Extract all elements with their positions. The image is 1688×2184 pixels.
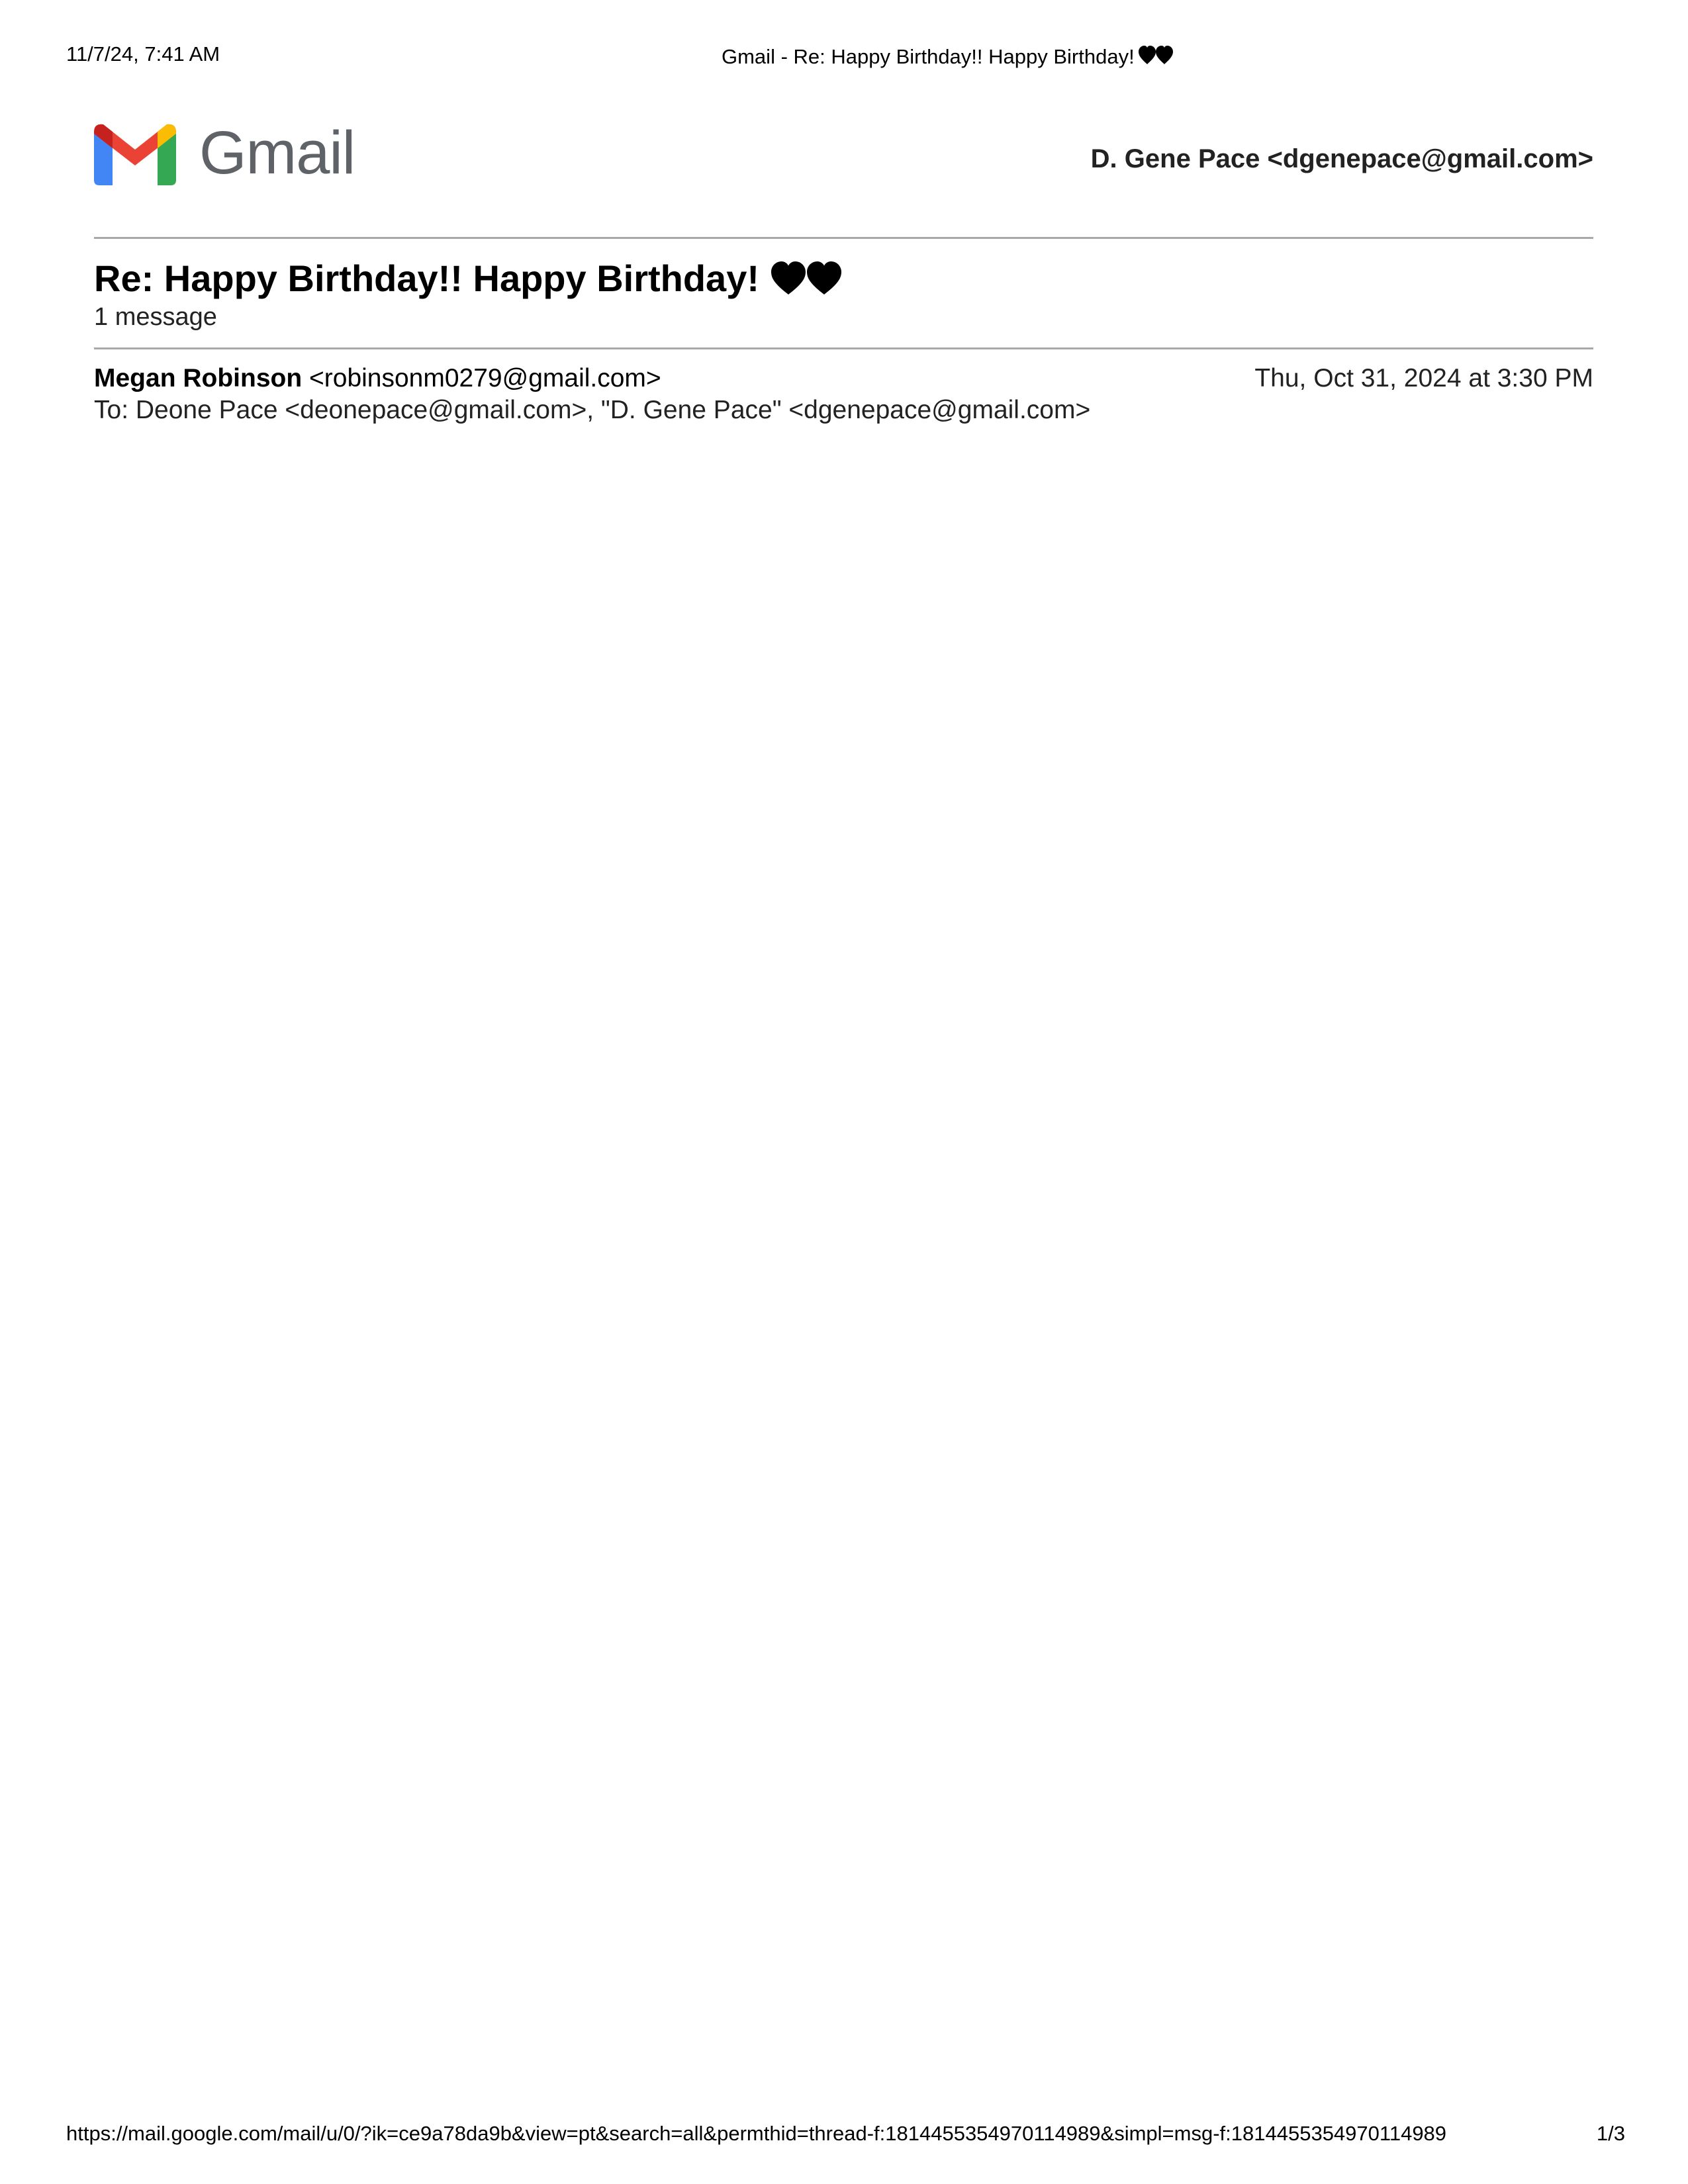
gmail-m-icon bbox=[94, 123, 176, 185]
subject-text: Re: Happy Birthday!! Happy Birthday! bbox=[94, 257, 759, 299]
sender-email: <robinsonm0279@gmail.com> bbox=[309, 364, 661, 392]
thread-subject: Re: Happy Birthday!! Happy Birthday! bbox=[94, 257, 841, 300]
print-header-title-text: Gmail - Re: Happy Birthday!! Happy Birth… bbox=[722, 45, 1135, 68]
message-sender: Megan Robinson <robinsonm0279@gmail.com> bbox=[94, 364, 661, 393]
print-footer-page-number: 1/3 bbox=[1596, 2122, 1625, 2145]
header-divider bbox=[94, 237, 1593, 239]
print-header-title: Gmail - Re: Happy Birthday!! Happy Birth… bbox=[722, 45, 1173, 69]
gmail-logo: Gmail bbox=[94, 119, 355, 187]
print-footer-url: https://mail.google.com/mail/u/0/?ik=ce9… bbox=[66, 2122, 1447, 2145]
sender-name: Megan Robinson bbox=[94, 364, 303, 392]
message-recipients: To: Deone Pace <deonepace@gmail.com>, "D… bbox=[94, 396, 1091, 424]
black-heart-icon bbox=[771, 261, 841, 296]
print-header-datetime: 11/7/24, 7:41 AM bbox=[66, 42, 220, 66]
black-heart-icon bbox=[1138, 46, 1173, 66]
account-label: D. Gene Pace <dgenepace@gmail.com> bbox=[1090, 144, 1593, 173]
subject-divider bbox=[94, 347, 1593, 349]
message-date: Thu, Oct 31, 2024 at 3:30 PM bbox=[1254, 364, 1593, 392]
message-count: 1 message bbox=[94, 303, 217, 331]
gmail-wordmark: Gmail bbox=[199, 119, 355, 187]
